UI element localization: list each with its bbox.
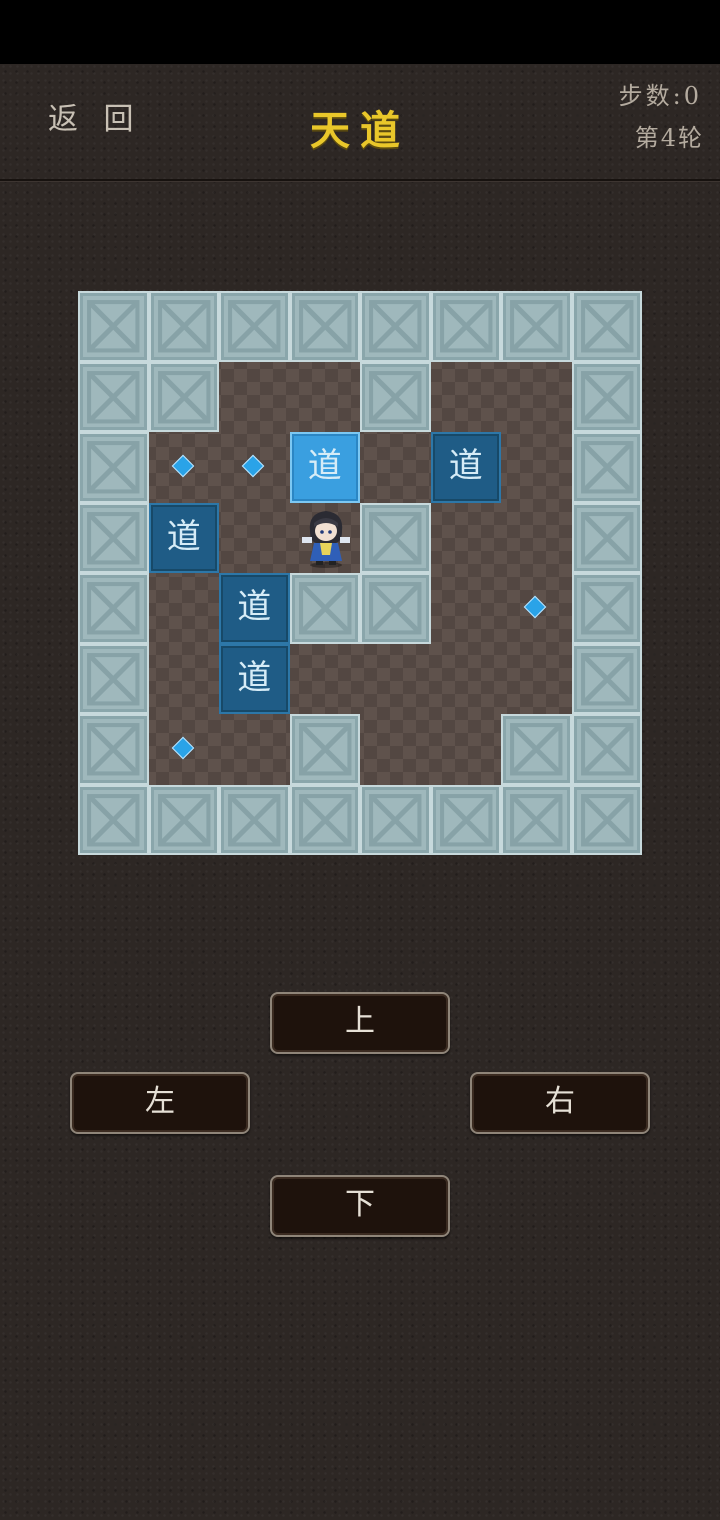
wall-tile: [571, 573, 642, 644]
wall-tile: [360, 784, 431, 855]
wall-tile: [78, 502, 149, 573]
page-title: 天道: [310, 107, 410, 154]
game-board: 道道道道道: [78, 291, 642, 855]
goal-marker: [149, 714, 220, 785]
header: 返 回 天道 步数:0 第4轮: [0, 64, 720, 181]
wall-tile: [289, 784, 360, 855]
wall-tile: [219, 291, 290, 362]
goal-diamond-icon: [171, 736, 194, 760]
pushable-box: 道: [219, 643, 290, 714]
wall-tile: [571, 291, 642, 362]
wall-tile: [289, 714, 360, 785]
down-button[interactable]: 下: [270, 1175, 450, 1237]
wall-tile: [360, 291, 431, 362]
wall-tile: [78, 291, 149, 362]
wall-tile: [571, 432, 642, 503]
pushable-box: 道: [430, 432, 501, 503]
goal-marker: [219, 432, 290, 503]
wall-tile: [148, 291, 219, 362]
wall-tile: [148, 361, 219, 432]
status-bar: [0, 0, 720, 64]
wall-tile: [571, 714, 642, 785]
wall-tile: [78, 573, 149, 644]
pushable-box: 道: [219, 573, 290, 644]
goal-diamond-icon: [171, 454, 194, 478]
wall-tile: [571, 361, 642, 432]
goal-marker: [149, 432, 220, 503]
wall-tile: [78, 714, 149, 785]
round-indicator: 第4轮: [634, 124, 704, 152]
goal-diamond-icon: [241, 454, 265, 478]
wall-tile: [219, 784, 290, 855]
wall-tile: [148, 784, 219, 855]
goal-marker: [501, 573, 572, 644]
wall-tile: [571, 643, 642, 714]
wall-tile: [571, 784, 642, 855]
pushable-box: 道: [148, 502, 219, 573]
wall-tile: [360, 361, 431, 432]
goal-diamond-icon: [523, 595, 547, 619]
wall-tile: [78, 784, 149, 855]
right-button[interactable]: 右: [470, 1072, 650, 1134]
wall-tile: [501, 784, 572, 855]
wall-tile: [78, 432, 149, 503]
wall-tile: [78, 643, 149, 714]
wall-tile: [571, 502, 642, 573]
wall-tile: [501, 291, 572, 362]
player-character-icon: [290, 503, 361, 574]
wall-tile: [430, 784, 501, 855]
wall-tile: [360, 573, 431, 644]
wall-tile: [501, 714, 572, 785]
box-on-goal: 道: [289, 432, 360, 503]
up-button[interactable]: 上: [270, 992, 450, 1054]
wall-tile: [430, 291, 501, 362]
left-button[interactable]: 左: [70, 1072, 250, 1134]
wall-tile: [289, 573, 360, 644]
step-counter: 步数:0: [618, 82, 702, 110]
wall-tile: [360, 502, 431, 573]
wall-tile: [78, 361, 149, 432]
wall-tile: [289, 291, 360, 362]
